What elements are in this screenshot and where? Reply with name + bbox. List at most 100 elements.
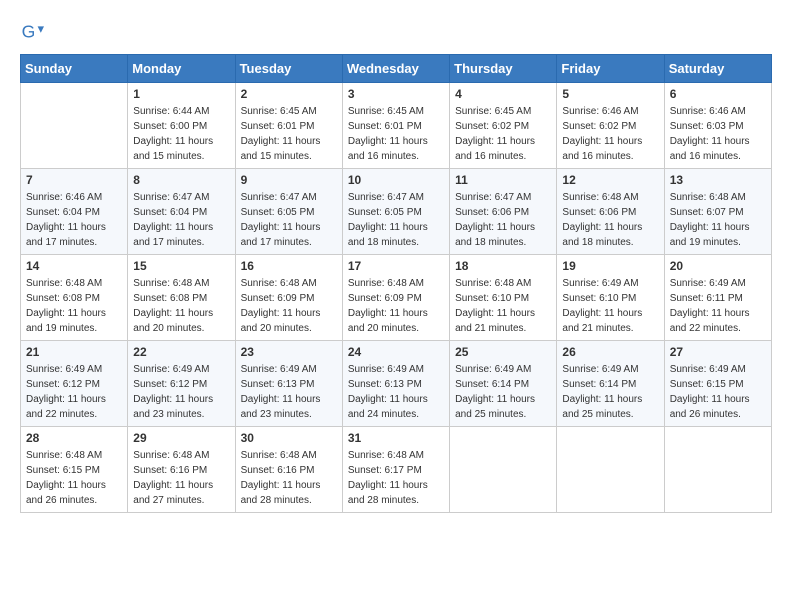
calendar-cell: 22 Sunrise: 6:49 AM Sunset: 6:12 PM Dayli…: [128, 341, 235, 427]
day-number: 15: [133, 259, 229, 273]
day-number: 22: [133, 345, 229, 359]
day-info: Sunrise: 6:47 AM Sunset: 6:06 PM Dayligh…: [455, 190, 551, 250]
calendar-cell: 16Sunrise: 6:48 AM Sunset: 6:09 PM Dayli…: [235, 255, 342, 341]
day-info: Sunrise: 6:48 AM Sunset: 6:10 PM Dayligh…: [455, 276, 551, 336]
day-number: 9: [241, 173, 337, 187]
calendar-cell: [664, 427, 771, 513]
day-number: 5: [562, 87, 658, 101]
day-info: Sunrise: 6:48 AM Sunset: 6:16 PM Dayligh…: [133, 448, 229, 508]
calendar-cell: 3 Sunrise: 6:45 AM Sunset: 6:01 PM Daylig…: [342, 83, 449, 169]
day-info: Sunrise: 6:47 AM Sunset: 6:05 PM Dayligh…: [241, 190, 337, 250]
calendar-week-row: 1 Sunrise: 6:44 AM Sunset: 6:00 PM Daylig…: [21, 83, 772, 169]
calendar-cell: 23 Sunrise: 6:49 AM Sunset: 6:13 PM Dayli…: [235, 341, 342, 427]
calendar-cell: [21, 83, 128, 169]
day-number: 21: [26, 345, 122, 359]
day-number: 2: [241, 87, 337, 101]
day-info: Sunrise: 6:49 AM Sunset: 6:14 PM Dayligh…: [455, 362, 551, 422]
calendar-week-row: 28 Sunrise: 6:48 AM Sunset: 6:15 PM Dayli…: [21, 427, 772, 513]
day-info: Sunrise: 6:46 AM Sunset: 6:04 PM Dayligh…: [26, 190, 122, 250]
day-info: Sunrise: 6:46 AM Sunset: 6:03 PM Dayligh…: [670, 104, 766, 164]
day-number: 13: [670, 173, 766, 187]
day-info: Sunrise: 6:49 AM Sunset: 6:10 PM Dayligh…: [562, 276, 658, 336]
calendar-cell: 25 Sunrise: 6:49 AM Sunset: 6:14 PM Dayli…: [450, 341, 557, 427]
day-info: Sunrise: 6:46 AM Sunset: 6:02 PM Dayligh…: [562, 104, 658, 164]
day-number: 19: [562, 259, 658, 273]
day-info: Sunrise: 6:48 AM Sunset: 6:07 PM Dayligh…: [670, 190, 766, 250]
calendar-cell: 20 Sunrise: 6:49 AM Sunset: 6:11 PM Dayli…: [664, 255, 771, 341]
calendar-cell: 31 Sunrise: 6:48 AM Sunset: 6:17 PM Dayli…: [342, 427, 449, 513]
logo: G: [20, 20, 48, 44]
day-number: 16: [241, 259, 337, 273]
day-number: 23: [241, 345, 337, 359]
calendar-header-monday: Monday: [128, 55, 235, 83]
calendar-cell: 14 Sunrise: 6:48 AM Sunset: 6:08 PM Dayli…: [21, 255, 128, 341]
day-info: Sunrise: 6:45 AM Sunset: 6:01 PM Dayligh…: [348, 104, 444, 164]
calendar-header-friday: Friday: [557, 55, 664, 83]
day-number: 3: [348, 87, 444, 101]
calendar-cell: 19 Sunrise: 6:49 AM Sunset: 6:10 PM Dayli…: [557, 255, 664, 341]
day-info: Sunrise: 6:48 AM Sunset: 6:09 PM Dayligh…: [348, 276, 444, 336]
day-info: Sunrise: 6:45 AM Sunset: 6:01 PM Dayligh…: [241, 104, 337, 164]
day-number: 6: [670, 87, 766, 101]
day-info: Sunrise: 6:48 AM Sunset: 6:06 PM Dayligh…: [562, 190, 658, 250]
day-number: 12: [562, 173, 658, 187]
calendar-cell: 26Sunrise: 6:49 AM Sunset: 6:14 PM Dayli…: [557, 341, 664, 427]
calendar-header-sunday: Sunday: [21, 55, 128, 83]
day-info: Sunrise: 6:49 AM Sunset: 6:13 PM Dayligh…: [348, 362, 444, 422]
calendar-cell: 11Sunrise: 6:47 AM Sunset: 6:06 PM Dayli…: [450, 169, 557, 255]
day-info: Sunrise: 6:48 AM Sunset: 6:08 PM Dayligh…: [133, 276, 229, 336]
day-info: Sunrise: 6:49 AM Sunset: 6:12 PM Dayligh…: [133, 362, 229, 422]
calendar-cell: 12 Sunrise: 6:48 AM Sunset: 6:06 PM Dayli…: [557, 169, 664, 255]
calendar-cell: 8 Sunrise: 6:47 AM Sunset: 6:04 PM Daylig…: [128, 169, 235, 255]
day-number: 1: [133, 87, 229, 101]
day-number: 18: [455, 259, 551, 273]
calendar-cell: 4 Sunrise: 6:45 AM Sunset: 6:02 PM Daylig…: [450, 83, 557, 169]
calendar-cell: 29 Sunrise: 6:48 AM Sunset: 6:16 PM Dayli…: [128, 427, 235, 513]
calendar-header-row: SundayMondayTuesdayWednesdayThursdayFrid…: [21, 55, 772, 83]
calendar-cell: 13 Sunrise: 6:48 AM Sunset: 6:07 PM Dayli…: [664, 169, 771, 255]
calendar-cell: 1 Sunrise: 6:44 AM Sunset: 6:00 PM Daylig…: [128, 83, 235, 169]
day-number: 31: [348, 431, 444, 445]
calendar-cell: [450, 427, 557, 513]
calendar-week-row: 14 Sunrise: 6:48 AM Sunset: 6:08 PM Dayli…: [21, 255, 772, 341]
day-number: 29: [133, 431, 229, 445]
calendar-header-saturday: Saturday: [664, 55, 771, 83]
day-number: 28: [26, 431, 122, 445]
day-info: Sunrise: 6:48 AM Sunset: 6:08 PM Dayligh…: [26, 276, 122, 336]
logo-icon: G: [20, 20, 44, 44]
day-info: Sunrise: 6:47 AM Sunset: 6:04 PM Dayligh…: [133, 190, 229, 250]
day-number: 30: [241, 431, 337, 445]
day-number: 4: [455, 87, 551, 101]
day-number: 20: [670, 259, 766, 273]
day-info: Sunrise: 6:48 AM Sunset: 6:15 PM Dayligh…: [26, 448, 122, 508]
day-number: 26: [562, 345, 658, 359]
calendar-table: SundayMondayTuesdayWednesdayThursdayFrid…: [20, 54, 772, 513]
day-number: 14: [26, 259, 122, 273]
calendar-body: 1 Sunrise: 6:44 AM Sunset: 6:00 PM Daylig…: [21, 83, 772, 513]
calendar-cell: 10Sunrise: 6:47 AM Sunset: 6:05 PM Dayli…: [342, 169, 449, 255]
day-number: 25: [455, 345, 551, 359]
day-number: 10: [348, 173, 444, 187]
calendar-cell: 15 Sunrise: 6:48 AM Sunset: 6:08 PM Dayli…: [128, 255, 235, 341]
calendar-cell: 2 Sunrise: 6:45 AM Sunset: 6:01 PM Daylig…: [235, 83, 342, 169]
day-number: 27: [670, 345, 766, 359]
day-number: 7: [26, 173, 122, 187]
calendar-week-row: 21 Sunrise: 6:49 AM Sunset: 6:12 PM Dayli…: [21, 341, 772, 427]
day-info: Sunrise: 6:45 AM Sunset: 6:02 PM Dayligh…: [455, 104, 551, 164]
day-info: Sunrise: 6:49 AM Sunset: 6:12 PM Dayligh…: [26, 362, 122, 422]
calendar-cell: 28 Sunrise: 6:48 AM Sunset: 6:15 PM Dayli…: [21, 427, 128, 513]
calendar-cell: 30Sunrise: 6:48 AM Sunset: 6:16 PM Dayli…: [235, 427, 342, 513]
day-info: Sunrise: 6:49 AM Sunset: 6:13 PM Dayligh…: [241, 362, 337, 422]
calendar-cell: 7 Sunrise: 6:46 AM Sunset: 6:04 PM Daylig…: [21, 169, 128, 255]
calendar-cell: 27 Sunrise: 6:49 AM Sunset: 6:15 PM Dayli…: [664, 341, 771, 427]
day-info: Sunrise: 6:49 AM Sunset: 6:11 PM Dayligh…: [670, 276, 766, 336]
calendar-week-row: 7 Sunrise: 6:46 AM Sunset: 6:04 PM Daylig…: [21, 169, 772, 255]
day-number: 8: [133, 173, 229, 187]
day-info: Sunrise: 6:49 AM Sunset: 6:15 PM Dayligh…: [670, 362, 766, 422]
calendar-header-thursday: Thursday: [450, 55, 557, 83]
day-number: 24: [348, 345, 444, 359]
header: G: [20, 20, 772, 44]
day-info: Sunrise: 6:44 AM Sunset: 6:00 PM Dayligh…: [133, 104, 229, 164]
svg-text:G: G: [22, 22, 36, 42]
day-info: Sunrise: 6:48 AM Sunset: 6:17 PM Dayligh…: [348, 448, 444, 508]
